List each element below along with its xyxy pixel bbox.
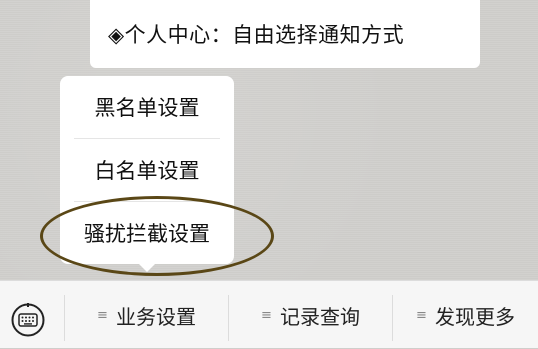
menu-lines-icon: ≡ [261,307,272,323]
tab-label: 业务设置 [115,304,196,329]
menu-item-blacklist-settings[interactable]: 黑名单设置 [60,76,234,138]
keyboard-toggle-button[interactable] [10,302,46,338]
tab-discover-more[interactable]: ≡ 发现更多 [393,281,538,349]
notice-bubble: ◈个人中心：自由选择通知方式 [90,0,480,68]
bottom-menu-bar: ≡ 业务设置 ≡ 记录查询 ≡ 发现更多 [0,280,538,348]
menu-lines-icon: ≡ [416,307,427,323]
tab-label: 记录查询 [279,304,360,329]
keyboard-icon [11,303,45,337]
menu-item-whitelist-settings[interactable]: 白名单设置 [60,139,234,201]
tab-business-settings[interactable]: ≡ 业务设置 [65,281,228,349]
menu-item-harassment-block-settings[interactable]: 骚扰拦截设置 [60,202,234,264]
popup-menu: 黑名单设置 白名单设置 骚扰拦截设置 [60,76,234,272]
popup-arrow [138,263,156,272]
menu-lines-icon: ≡ [97,307,108,323]
tab-record-query[interactable]: ≡ 记录查询 [229,281,392,349]
tab-label: 发现更多 [434,304,515,329]
notice-text: ◈个人中心：自由选择通知方式 [108,23,405,47]
